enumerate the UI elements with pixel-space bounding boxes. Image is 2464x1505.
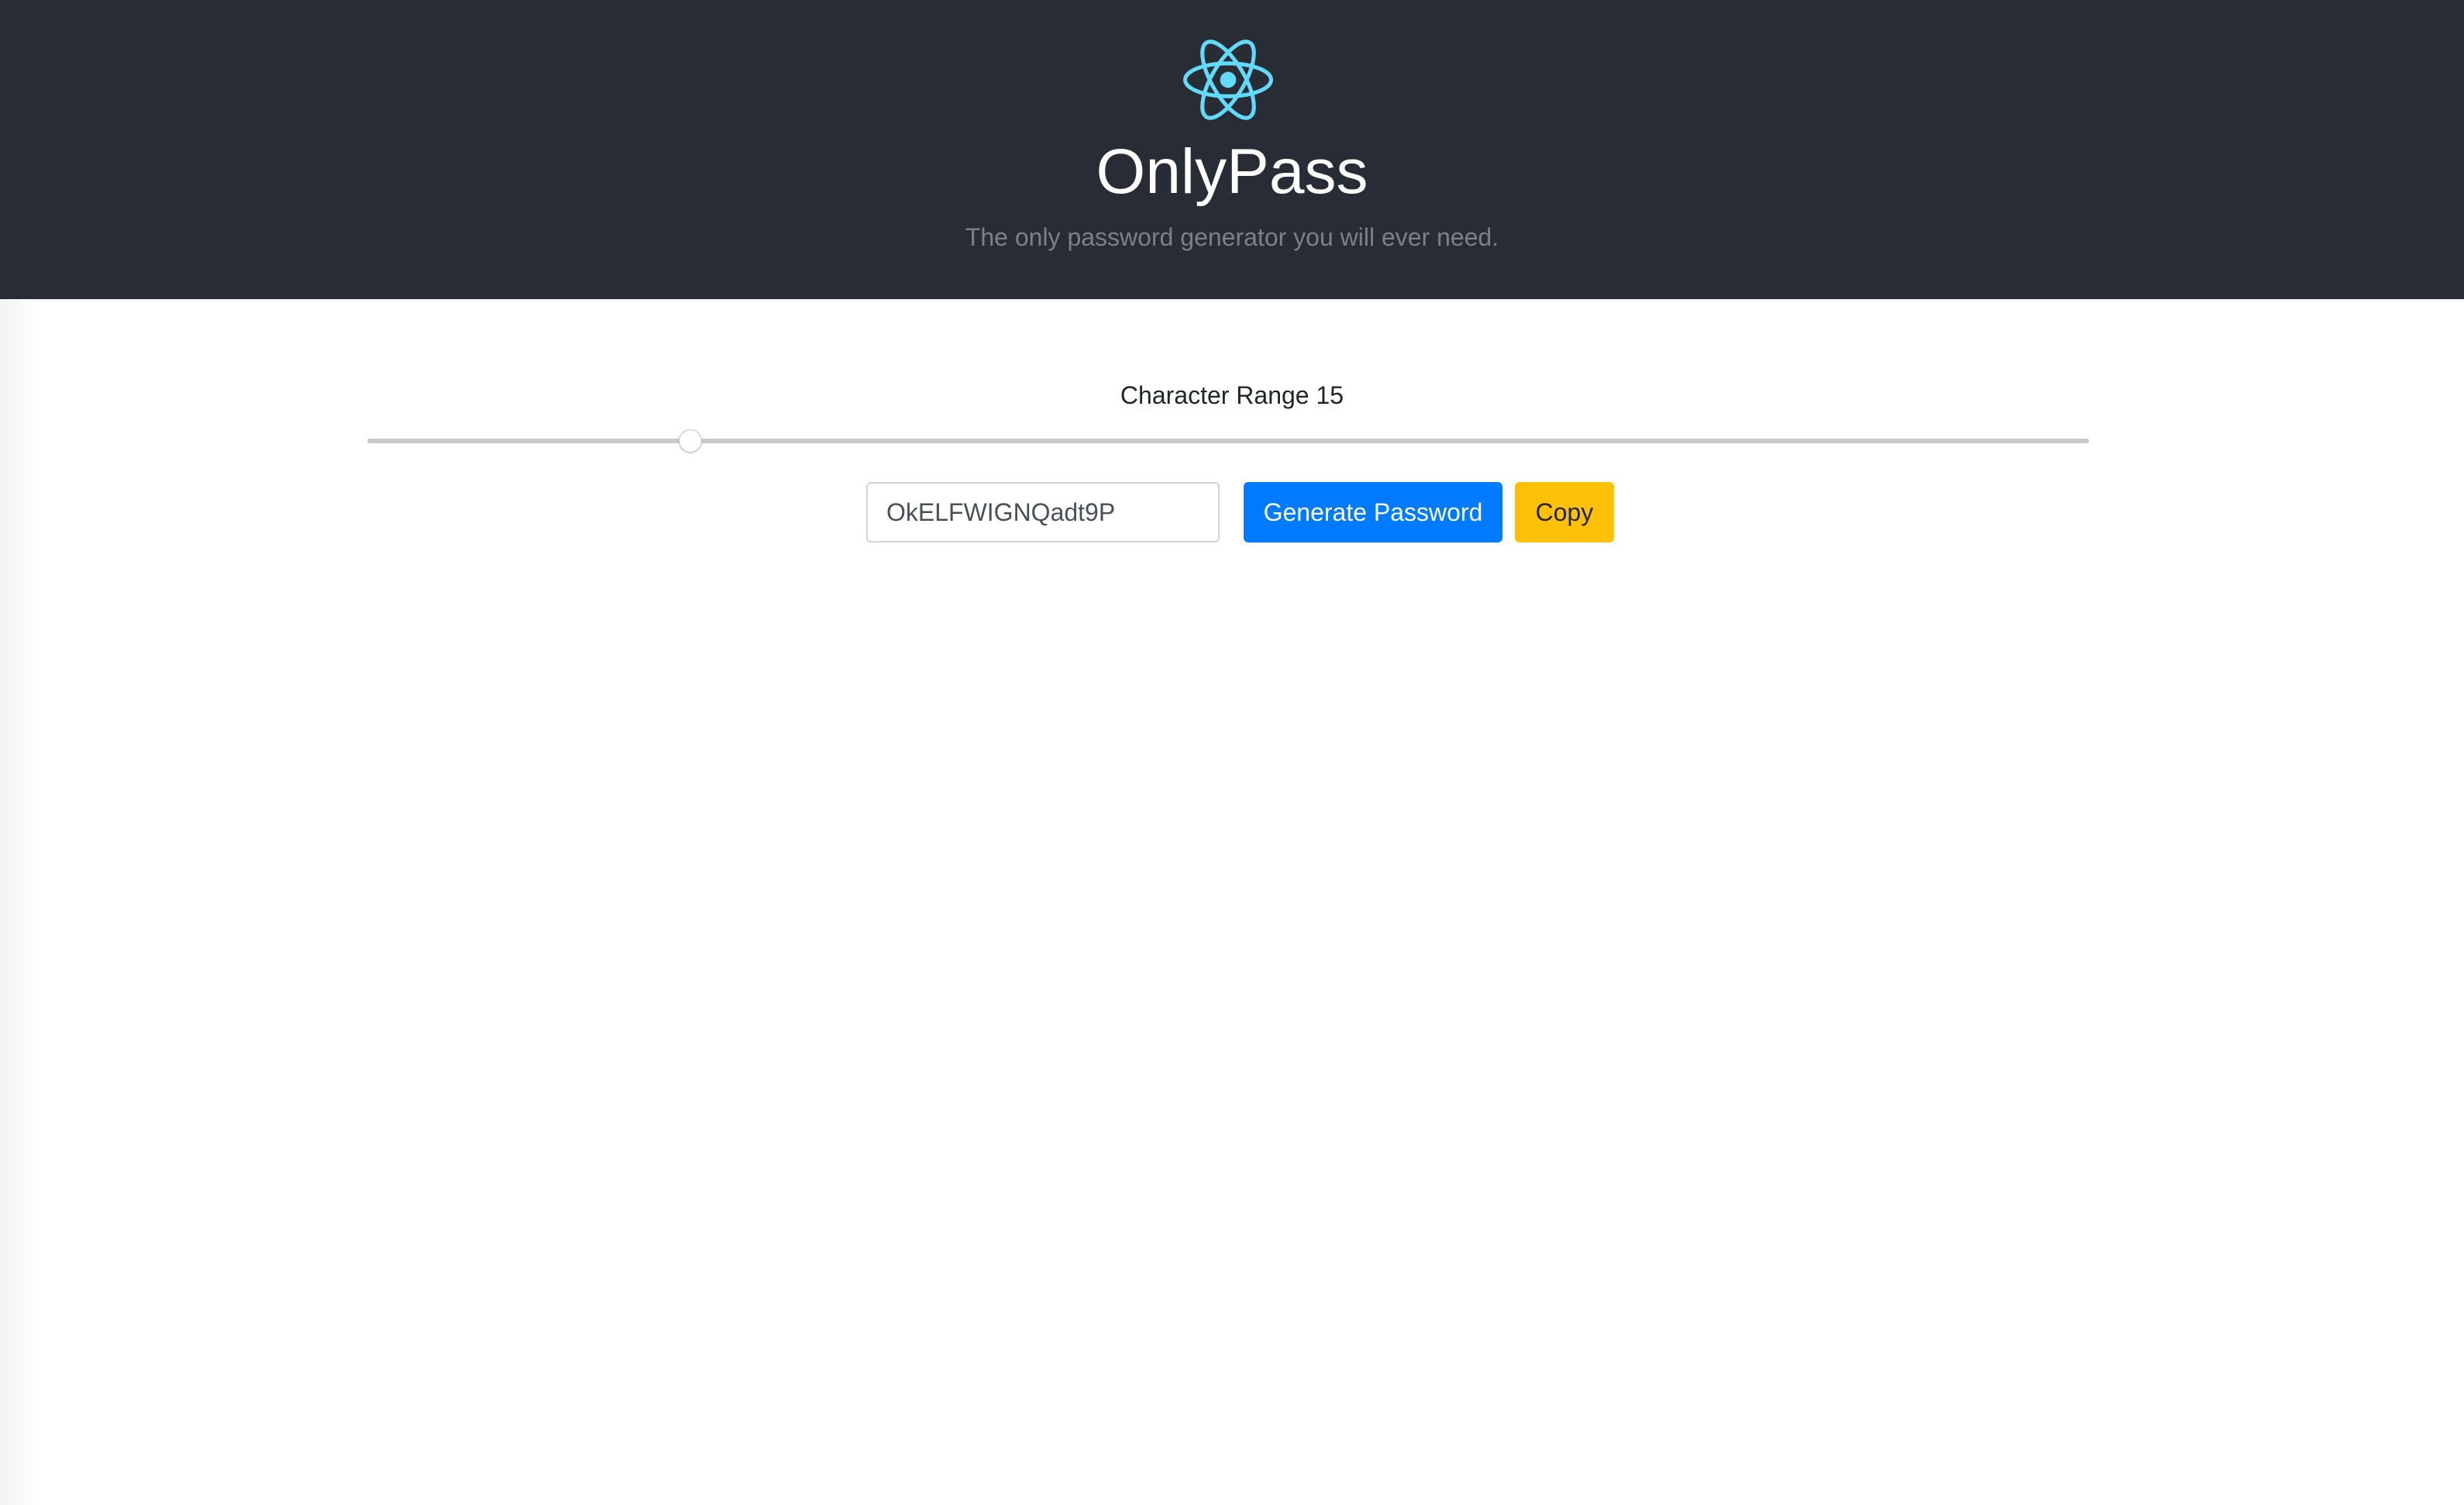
password-controls: Generate Password Copy (0, 482, 2464, 542)
character-range-slider[interactable] (367, 418, 2089, 465)
slider-track[interactable] (367, 439, 2089, 443)
generate-password-button[interactable]: Generate Password (1244, 482, 1502, 542)
character-range-label: Character Range 15 (0, 378, 2464, 412)
react-atom-icon (1183, 40, 1273, 120)
password-output-field[interactable] (866, 482, 1220, 542)
copy-button[interactable]: Copy (1515, 482, 1614, 542)
slider-thumb[interactable] (678, 429, 702, 453)
page-edge-shadow (0, 299, 37, 1505)
app-header: OnlyPass The only password generator you… (0, 0, 2464, 299)
app-subtitle: The only password generator you will eve… (965, 223, 1499, 251)
app-title: OnlyPass (1096, 136, 1368, 207)
character-range-text: Character Range (1120, 381, 1309, 409)
character-range-value: 15 (1316, 381, 1344, 409)
